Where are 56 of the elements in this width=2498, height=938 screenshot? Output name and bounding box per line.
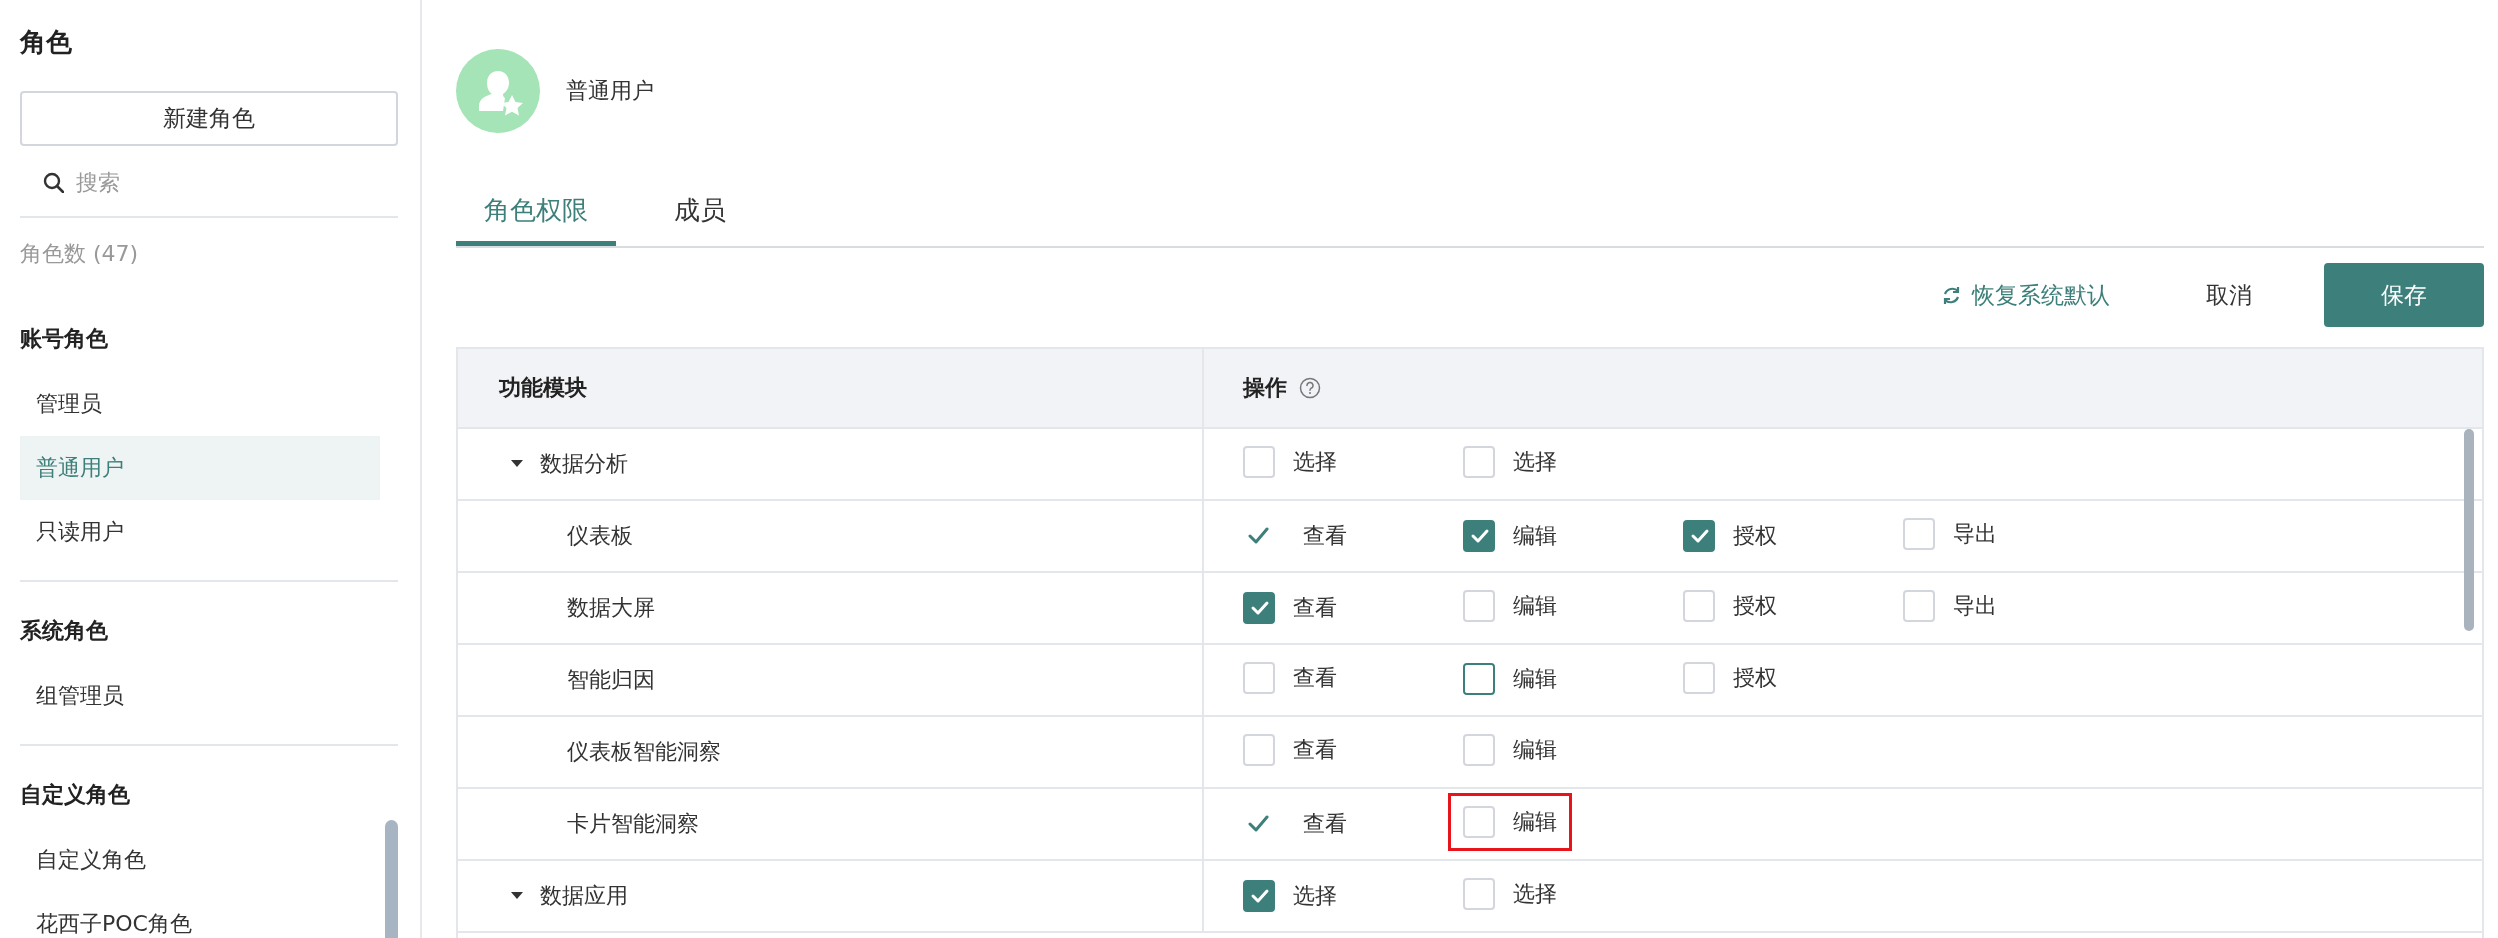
tab[interactable]: 角色权限 [456, 183, 616, 246]
checkbox-label[interactable]: 授权 [1733, 591, 1777, 621]
group-title: 自定义角色 [20, 781, 131, 809]
checkbox-label[interactable]: 选择 [1293, 447, 1337, 477]
role-name: 普通用户 [566, 77, 654, 105]
module-name: 数据大屏 [567, 594, 655, 622]
search-icon [42, 171, 64, 193]
module-name: 数据应用 [540, 882, 628, 910]
checkbox-label[interactable]: 编辑 [1513, 591, 1557, 621]
checkbox-label[interactable]: 授权 [1733, 521, 1777, 551]
role-item[interactable]: 自定义角色 [20, 828, 380, 892]
module-name: 数据分析 [540, 450, 628, 478]
restore-defaults-link[interactable]: 恢复系统默认 [1941, 279, 2110, 311]
checkbox-label[interactable]: 编辑 [1513, 807, 1557, 837]
checkbox-label[interactable]: 导出 [1953, 519, 1997, 549]
save-button[interactable]: 保存 [2324, 263, 2484, 327]
permission-label: 查看 [1303, 810, 1347, 838]
module-name: 仪表板 [567, 522, 633, 550]
cancel-button[interactable]: 取消 [2206, 279, 2252, 311]
checkbox-label[interactable]: 编辑 [1513, 521, 1557, 551]
module-name: 卡片智能洞察 [567, 810, 699, 838]
role-item[interactable]: 普通用户 [20, 436, 380, 500]
checkbox-label[interactable]: 查看 [1293, 735, 1337, 765]
checkbox-label[interactable]: 授权 [1733, 663, 1777, 693]
new-role-button[interactable]: 新建角色 [20, 91, 398, 146]
checkbox-label[interactable]: 选择 [1513, 447, 1557, 477]
checkbox[interactable] [1243, 880, 1275, 912]
checkbox[interactable] [1243, 592, 1275, 624]
panel-title: 角色 [20, 26, 73, 59]
checkbox[interactable] [1683, 520, 1715, 552]
checkbox-label[interactable]: 查看 [1293, 593, 1337, 623]
module-name: 仪表板智能洞察 [567, 738, 721, 766]
checkbox-label[interactable]: 查看 [1293, 663, 1337, 693]
role-item[interactable]: 花西子POC角色 [20, 892, 380, 938]
tab[interactable]: 成员 [646, 183, 754, 246]
scrollbar[interactable] [2464, 429, 2474, 631]
permission-label: 查看 [1303, 522, 1347, 550]
checkbox-label[interactable]: 编辑 [1513, 664, 1557, 694]
group-title: 系统角色 [20, 617, 109, 645]
refresh-icon [1941, 284, 1962, 306]
scrollbar[interactable] [385, 820, 398, 938]
column-header: 功能模块 [499, 374, 587, 402]
group-title: 账号角色 [20, 325, 109, 353]
checkbox-label[interactable]: 导出 [1953, 591, 1997, 621]
column-header: 操作 [1243, 374, 1287, 402]
module-name: 智能归因 [567, 666, 655, 694]
help-icon[interactable] [1299, 377, 1321, 399]
search-field[interactable]: 搜索 [74, 168, 378, 196]
role-item[interactable]: 只读用户 [20, 500, 380, 564]
role-item[interactable]: 组管理员 [20, 664, 380, 728]
checkbox-label[interactable]: 选择 [1513, 879, 1557, 909]
role-count: 角色数 (47) [20, 240, 140, 268]
checkbox-label[interactable]: 选择 [1293, 881, 1337, 911]
checkbox[interactable] [1463, 520, 1495, 552]
checkbox-label[interactable]: 编辑 [1513, 735, 1557, 765]
role-item[interactable]: 管理员 [20, 372, 380, 436]
